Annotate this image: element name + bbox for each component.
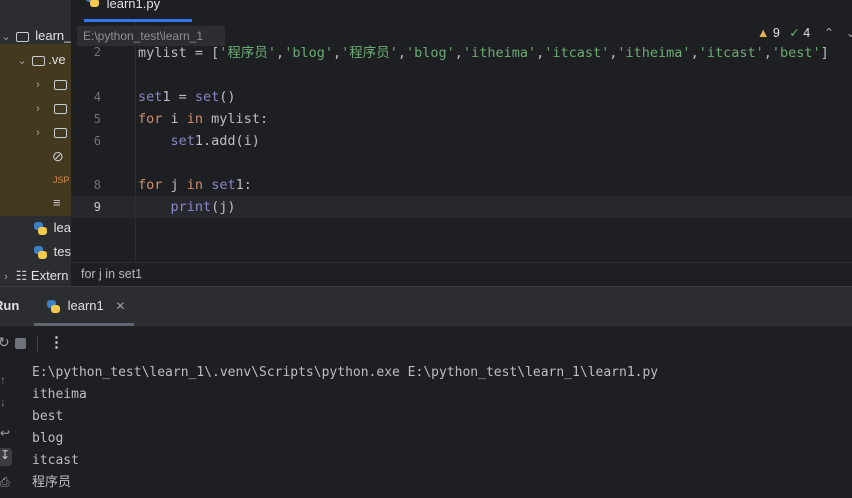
console-line: itcast	[32, 453, 79, 468]
python-file-icon	[34, 246, 47, 260]
breadcrumb-item: for j in set1	[81, 267, 143, 281]
warning-count: 9	[772, 26, 780, 40]
scroll-to-end-icon[interactable]: ↧	[0, 448, 12, 466]
line-number: 2	[93, 45, 101, 59]
close-icon[interactable]: ✕	[115, 299, 125, 313]
tree-item-folder[interactable]: ›	[32, 121, 67, 143]
run-panel-title: Run	[0, 298, 20, 313]
path-tooltip: E:\python_test\learn_1	[77, 26, 225, 46]
scroll-up-icon[interactable]: ↑	[0, 373, 6, 387]
print-icon[interactable]: ⎙	[0, 475, 10, 490]
code-line[interactable]: for i in mylist:	[138, 108, 268, 130]
code-line-text: mylist = ['程序员','blog','程序员','blog','ith…	[138, 45, 829, 61]
scroll-down-icon[interactable]: ↓	[0, 395, 6, 409]
code-line[interactable]: mylist = ['程序员','blog','程序员','blog','ith…	[138, 42, 829, 64]
tree-item-json[interactable]: JSP	[53, 169, 70, 191]
current-line-highlight	[136, 196, 852, 218]
folder-icon	[53, 103, 67, 114]
code-line-text: print(j)	[170, 199, 236, 215]
console-line: best	[32, 409, 64, 424]
run-tab[interactable]: learn1 ✕	[34, 291, 134, 326]
code-line-text: for j in set1:	[138, 177, 252, 193]
rerun-icon[interactable]: ↻	[0, 334, 10, 351]
more-options-icon[interactable]: ⋮	[49, 333, 64, 351]
chevron-down-icon: ⌄	[17, 55, 27, 67]
json-file-icon: JSP	[53, 175, 70, 185]
console-line: blog	[32, 431, 64, 446]
stop-icon[interactable]	[15, 338, 26, 349]
tree-item-file[interactable]: tes	[34, 241, 71, 263]
code-line[interactable]: print(j)	[138, 196, 236, 218]
excluded-icon: ⊘	[52, 148, 64, 164]
text-file-icon: ≡	[53, 195, 61, 210]
run-toolbar: ↻ ⋮	[0, 326, 852, 362]
console-line: itheima	[32, 387, 87, 402]
tree-file-label: tes	[53, 244, 71, 259]
tree-venv-label: .ve	[48, 52, 66, 67]
code-line-text: set1.add(i)	[170, 133, 260, 149]
soft-wrap-icon[interactable]: ↩	[0, 426, 10, 440]
chevron-right-icon: ›	[36, 103, 40, 115]
tree-item-root[interactable]: ⌄ learn_1	[0, 25, 71, 47]
console-line: E:\python_test\learn_1\.venv\Scripts\pyt…	[32, 365, 659, 380]
gutter-divider	[135, 22, 136, 262]
line-number: 4	[93, 90, 101, 104]
tree-item-folder[interactable]: ›	[32, 73, 67, 95]
run-tab-label: learn1	[67, 298, 104, 313]
ok-count: 4	[803, 26, 811, 40]
folder-icon	[15, 31, 29, 42]
folder-icon	[31, 55, 45, 66]
tree-item-cfg[interactable]: ≡	[53, 192, 61, 214]
folder-icon	[53, 127, 67, 138]
chevron-right-icon: ›	[36, 79, 40, 91]
tree-item-file[interactable]: lea	[34, 217, 71, 239]
editor-tab-label: learn1.py	[106, 0, 161, 11]
line-number: 5	[93, 112, 101, 126]
python-file-icon	[86, 0, 99, 8]
console-line: 程序员	[32, 475, 72, 490]
folder-icon	[53, 79, 67, 90]
python-file-icon	[47, 300, 60, 314]
code-line-text: for i in mylist:	[138, 111, 269, 127]
warning-icon: ▲	[757, 26, 770, 40]
python-file-icon	[34, 222, 47, 236]
chevron-right-icon: ›	[36, 127, 40, 139]
code-line-text: set1 = set()	[138, 89, 236, 105]
chevron-right-icon: ›	[4, 271, 8, 283]
tree-item-folder[interactable]: ›	[32, 97, 67, 119]
toolbar-divider	[37, 336, 38, 352]
inspection-widget[interactable]: ▲ 9 ✓ 4 ⌃ ⌄	[757, 25, 852, 40]
project-tree-panel: ⌄ learn_1 ⌄ .ve › › › ⊘ JSP ≡ lea tes › …	[0, 0, 71, 287]
tree-item-venv[interactable]: ⌄ .ve	[16, 49, 66, 71]
tooltip-path: E:\python_test\learn_1	[83, 29, 204, 43]
chevron-down-icon: ⌄	[1, 31, 11, 43]
chevron-up-icon[interactable]: ⌃	[824, 26, 834, 40]
chevron-down-icon[interactable]: ⌄	[846, 26, 852, 40]
check-icon: ✓	[789, 26, 800, 40]
line-number: 9	[93, 200, 101, 214]
line-number: 8	[93, 178, 101, 192]
line-number: 6	[93, 134, 101, 148]
tree-file-label: lea	[53, 220, 71, 235]
tree-item-external[interactable]: › ☷ Extern	[0, 265, 68, 287]
tree-root-label: learn_1	[35, 28, 71, 43]
library-icon: ☷	[15, 268, 28, 283]
tree-external-label: Extern	[30, 268, 69, 283]
code-line[interactable]: set1 = set()	[138, 86, 236, 108]
tree-item-gitignore[interactable]: ⊘	[52, 145, 64, 167]
code-line[interactable]: set1.add(i)	[138, 130, 260, 152]
editor-tab[interactable]: learn1.py	[84, 0, 192, 22]
console-sidebar: ↑ ↓ ↩ ↧ ⎙	[0, 362, 20, 498]
code-line[interactable]: for j in set1:	[138, 174, 252, 196]
breadcrumb[interactable]: for j in set1	[71, 262, 852, 286]
